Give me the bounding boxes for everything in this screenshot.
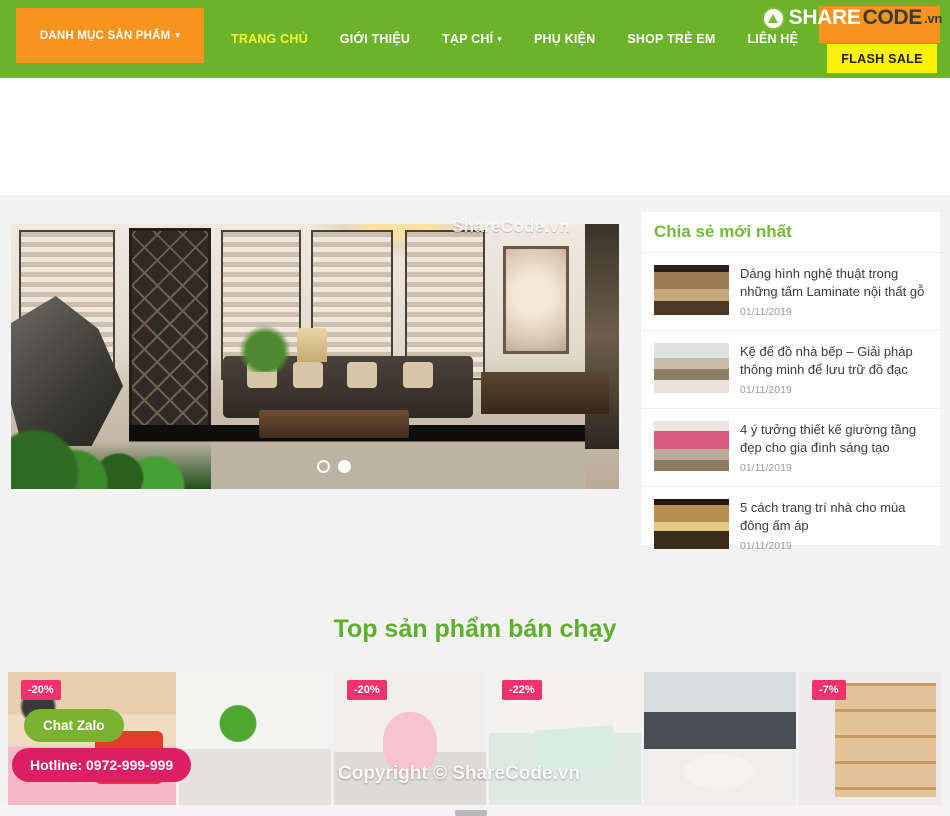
discount-badge: -7% <box>812 680 846 700</box>
sidebar-title: Chia sẻ mới nhất <box>654 222 792 241</box>
nav-item-shop-tre-em[interactable]: SHOP TRẺ EM <box>611 32 731 46</box>
hero-slider[interactable] <box>11 224 619 489</box>
post-thumbnail <box>654 420 729 471</box>
list-item[interactable]: Kệ để đồ nhà bếp – Giải pháp thông minh … <box>641 331 940 409</box>
chevron-down-icon: ▾ <box>175 30 181 40</box>
logo-text-vn: .vn <box>924 10 942 26</box>
post-thumbnail <box>654 265 729 315</box>
nav-item-label: PHỤ KIỆN <box>534 32 596 46</box>
sidebar-header: Chia sẻ mới nhất <box>641 212 940 253</box>
nav-item-label: SHOP TRẺ EM <box>627 32 716 46</box>
list-item[interactable]: 4 ý tưởng thiết kế giường tầng đẹp cho g… <box>641 409 940 487</box>
category-menu-label: DANH MỤC SẢN PHẨM <box>39 29 171 42</box>
hero-dot-2[interactable] <box>338 460 351 473</box>
logo-text-share: SHARE <box>788 6 861 29</box>
post-thumbnail <box>654 498 729 549</box>
category-menu-button[interactable]: DANH MỤC SẢN PHẨM ▾ <box>16 8 204 63</box>
primary-nav: TRANG CHỦ GIỚI THIỆU TẠP CHÍ ▾ PHỤ KIỆN … <box>215 0 814 78</box>
hero-slide-image <box>11 224 619 489</box>
discount-badge: -20% <box>347 680 387 700</box>
page-title: Top sản phẩm bán chạy <box>333 615 617 643</box>
nav-item-label: GIỚI THIỆU <box>339 32 411 46</box>
post-title: Kệ để đồ nhà bếp – Giải pháp thông minh … <box>740 343 913 377</box>
nav-item-lien-he[interactable]: LIÊN HỆ <box>731 32 814 46</box>
post-date: 01/11/2019 <box>740 383 792 396</box>
header-white-space <box>0 78 950 195</box>
discount-badge: -20% <box>21 680 61 700</box>
post-title: 5 cách trang trí nhà cho mùa đông ấm áp <box>740 499 906 533</box>
hero-pagination-dots[interactable] <box>317 460 351 473</box>
product-card[interactable]: -7% <box>799 672 942 805</box>
nav-item-label: TẠP CHÍ <box>442 32 494 46</box>
nav-item-gioi-thieu[interactable]: GIỚI THIỆU <box>324 32 426 46</box>
list-item[interactable]: Dáng hình nghệ thuật trong những tấm Lam… <box>641 253 940 331</box>
product-card[interactable] <box>179 672 331 805</box>
post-date: 01/11/2019 <box>740 461 792 474</box>
leaf-icon <box>761 6 785 30</box>
flash-sale-button[interactable]: FLASH SALE <box>827 44 937 73</box>
sharecode-watermark-logo: SHARE CODE .vn <box>761 6 942 30</box>
hotline-button[interactable]: Hotline: 0972-999-999 <box>12 748 192 782</box>
discount-badge: -22% <box>502 680 542 700</box>
list-item[interactable]: 5 cách trang trí nhà cho mùa đông ấm áp … <box>641 487 940 564</box>
nav-item-label: TRANG CHỦ <box>231 32 308 46</box>
carousel-scroll-indicator[interactable] <box>455 810 487 816</box>
post-date: 01/11/2019 <box>740 305 792 318</box>
product-card[interactable]: -20% <box>334 672 486 805</box>
hero-dot-1[interactable] <box>317 460 330 473</box>
latest-posts-sidebar: Chia sẻ mới nhất Dáng hình nghệ thuật tr… <box>641 212 940 552</box>
main-navbar: DANH MỤC SẢN PHẨM ▾ TRANG CHỦ GIỚI THIỆU… <box>0 0 950 78</box>
page-root: DANH MỤC SẢN PHẨM ▾ TRANG CHỦ GIỚI THIỆU… <box>0 0 950 816</box>
nav-item-phu-kien[interactable]: PHỤ KIỆN <box>518 32 611 46</box>
post-title: 4 ý tưởng thiết kế giường tầng đẹp cho g… <box>740 421 917 455</box>
nav-item-tap-chi[interactable]: TẠP CHÍ ▾ <box>426 32 518 46</box>
product-card[interactable]: -22% <box>489 672 641 805</box>
chat-zalo-button[interactable]: Chat Zalo <box>24 709 124 742</box>
post-title: Dáng hình nghệ thuật trong những tấm Lam… <box>740 266 925 299</box>
nav-item-trang-chu[interactable]: TRANG CHỦ <box>215 32 324 46</box>
nav-item-label: LIÊN HỆ <box>747 32 799 46</box>
chevron-down-icon: ▾ <box>497 33 503 44</box>
logo-text-code: CODE <box>862 6 923 29</box>
post-thumbnail <box>654 342 729 393</box>
product-card[interactable] <box>644 672 796 805</box>
product-carousel[interactable]: -20% -20% -22% -7% <box>8 672 942 805</box>
post-date: 01/11/2019 <box>740 539 792 552</box>
